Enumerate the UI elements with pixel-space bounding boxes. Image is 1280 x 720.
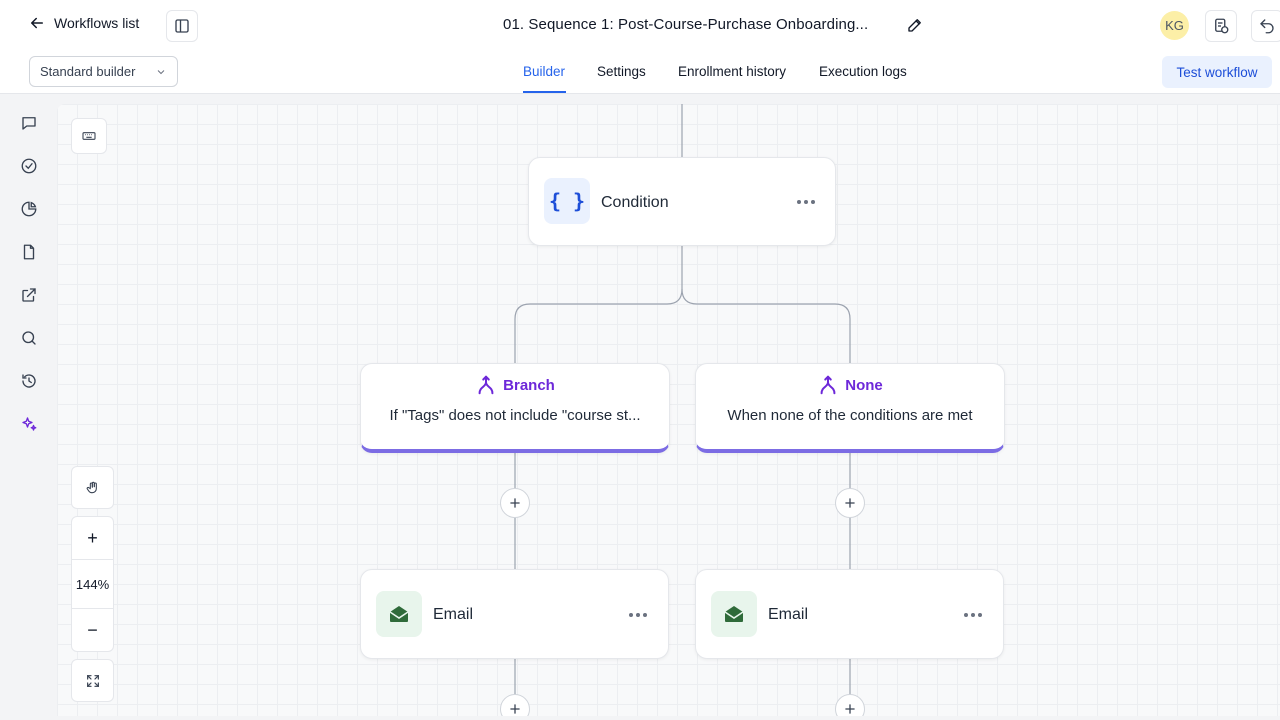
none-branch-node[interactable]: None When none of the conditions are met xyxy=(695,363,1005,453)
email-envelope-icon xyxy=(711,591,757,637)
user-avatar[interactable]: KG xyxy=(1160,11,1189,40)
plus-icon xyxy=(845,704,855,714)
history-icon[interactable] xyxy=(19,371,39,391)
none-branch-description: When none of the conditions are met xyxy=(727,407,973,424)
external-link-icon[interactable] xyxy=(19,285,39,305)
split-branch-icon xyxy=(478,375,494,395)
branch-title: Branch xyxy=(503,376,555,394)
plus-icon xyxy=(845,498,855,508)
workflow-tabs: Builder Settings Enrollment history Exec… xyxy=(0,50,1280,94)
left-tool-rail xyxy=(0,95,57,720)
top-bar: Workflows list 01. Sequence 1: Post-Cour… xyxy=(0,0,1280,50)
expand-icon xyxy=(86,674,99,687)
search-icon[interactable] xyxy=(19,328,39,348)
email-action-node[interactable]: Email xyxy=(695,569,1004,659)
back-link-label: Workflows list xyxy=(54,15,140,31)
pie-chart-icon[interactable] xyxy=(19,199,39,219)
active-tab-indicator xyxy=(523,91,566,93)
condition-node[interactable]: { } Condition xyxy=(528,157,836,246)
email-more-icon[interactable] xyxy=(964,612,984,618)
keyboard-shortcuts-button[interactable] xyxy=(71,118,107,154)
notes-button[interactable] xyxy=(1205,10,1237,42)
keyboard-icon xyxy=(82,132,96,140)
builder-toolbar: Standard builder Builder Settings Enroll… xyxy=(0,50,1280,94)
zoom-controls: + 144% − xyxy=(71,516,114,652)
email-action-node[interactable]: Email xyxy=(360,569,669,659)
sidebar-panel-icon xyxy=(175,19,189,33)
add-step-button[interactable] xyxy=(835,488,865,518)
curly-braces-icon: { } xyxy=(544,178,590,224)
zoom-level: 144% xyxy=(72,559,113,608)
workflow-canvas[interactable]: + 144% − { } Condition Branch If "Tags" … xyxy=(57,104,1280,716)
zoom-in-button[interactable]: + xyxy=(72,517,113,559)
back-to-workflows-link[interactable]: Workflows list xyxy=(28,14,139,32)
condition-node-label: Condition xyxy=(601,194,669,211)
tab-execution-logs[interactable]: Execution logs xyxy=(819,64,907,79)
arrow-left-icon xyxy=(31,17,43,29)
branch-description: If "Tags" does not include "course st... xyxy=(389,407,641,424)
tab-settings[interactable]: Settings xyxy=(597,64,646,79)
split-branch-icon xyxy=(820,375,836,395)
condition-more-icon[interactable] xyxy=(797,199,817,205)
tab-enrollment-history[interactable]: Enrollment history xyxy=(678,64,786,79)
plus-icon xyxy=(510,498,520,508)
zoom-out-button[interactable]: − xyxy=(72,608,113,652)
email-more-icon[interactable] xyxy=(629,612,649,618)
hand-icon xyxy=(86,481,97,493)
tab-builder[interactable]: Builder xyxy=(523,64,565,79)
add-step-button[interactable] xyxy=(500,488,530,518)
add-step-button[interactable] xyxy=(500,694,530,716)
branch-node[interactable]: Branch If "Tags" does not include "cours… xyxy=(360,363,670,453)
check-circle-icon[interactable] xyxy=(19,156,39,176)
comments-icon[interactable] xyxy=(19,113,39,133)
sparkles-ai-icon[interactable] xyxy=(19,414,39,434)
undo-icon xyxy=(1260,19,1274,34)
pan-tool-button[interactable] xyxy=(71,466,114,509)
test-workflow-button[interactable]: Test workflow xyxy=(1162,56,1272,88)
plus-icon xyxy=(510,704,520,714)
add-step-button[interactable] xyxy=(835,694,865,716)
fit-view-button[interactable] xyxy=(71,659,114,702)
document-clock-icon xyxy=(1215,18,1229,34)
file-icon[interactable] xyxy=(19,242,39,262)
undo-button[interactable] xyxy=(1251,10,1280,42)
email-node-label: Email xyxy=(768,606,809,623)
sidebar-toggle-button[interactable] xyxy=(166,10,198,42)
email-node-label: Email xyxy=(433,606,474,623)
none-branch-title: None xyxy=(845,376,883,394)
workflow-title: 01. Sequence 1: Post-Course-Purchase Onb… xyxy=(503,16,869,33)
pencil-edit-icon[interactable] xyxy=(906,16,924,34)
email-envelope-icon xyxy=(376,591,422,637)
